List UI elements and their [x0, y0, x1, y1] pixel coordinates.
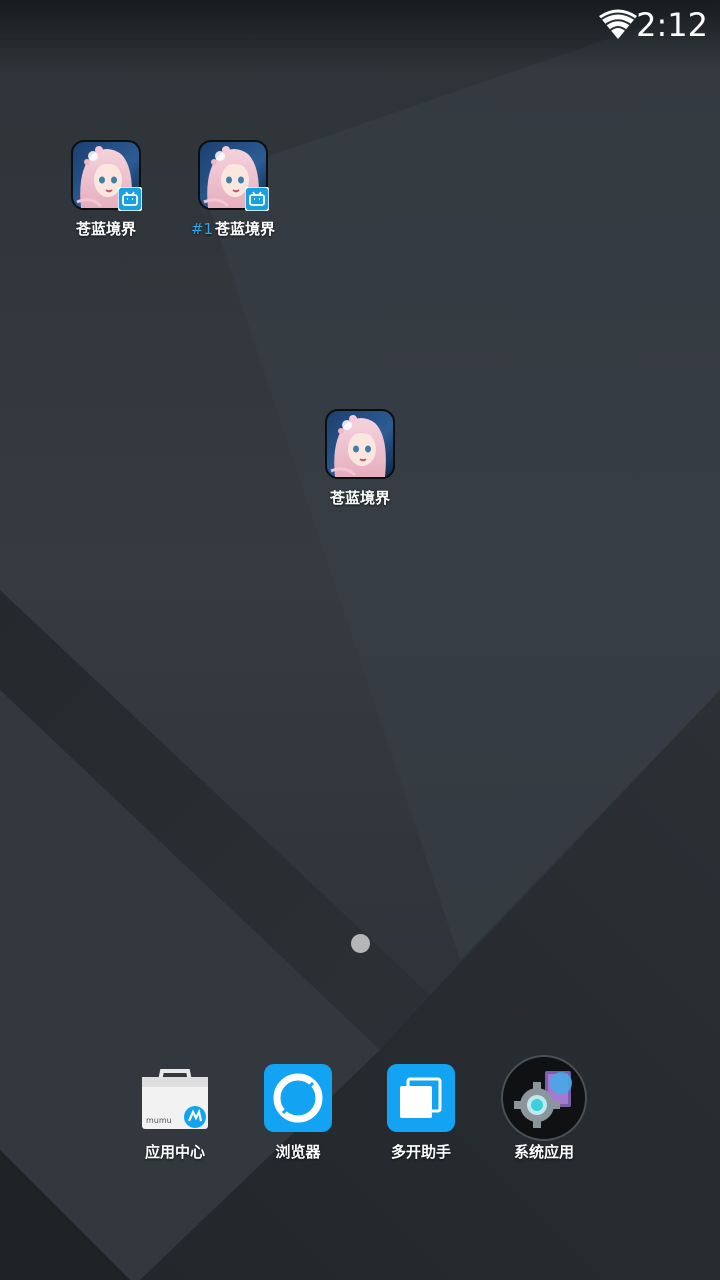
app-label: 系统应用 [513, 1143, 574, 1161]
dock-system-apps[interactable]: 系统应用 [474, 1055, 614, 1162]
app-center-icon: mumu [142, 1069, 208, 1129]
page-indicator-dot [351, 934, 370, 953]
bilibili-badge-icon [118, 187, 142, 211]
status-bar: 2:12 [0, 0, 720, 50]
app-label: 浏览器 [275, 1143, 321, 1161]
dock-browser[interactable]: 浏览器 [228, 1063, 368, 1162]
app-label: 苍蓝境界 [329, 489, 390, 507]
dock-app-center[interactable]: mumu 应用中心 [105, 1063, 245, 1162]
app-label: #1 苍蓝境界 [190, 220, 276, 238]
app-label: 多开助手 [390, 1143, 451, 1161]
app-label: 应用中心 [144, 1143, 205, 1161]
wifi-icon [599, 9, 637, 39]
game-app-icon [325, 409, 395, 479]
system-apps-icon [501, 1055, 587, 1141]
status-clock: 2:12 [636, 6, 708, 44]
home-app-3[interactable]: 苍蓝境界 [290, 409, 430, 508]
app-label: 苍蓝境界 [75, 220, 136, 238]
home-app-1[interactable]: 苍蓝境界 [36, 140, 176, 239]
multi-open-icon [387, 1064, 455, 1132]
dock-multi-open[interactable]: 多开助手 [351, 1063, 491, 1162]
bilibili-badge-icon [245, 187, 269, 211]
clone-prefix: #1 [190, 220, 214, 238]
svg-text:mumu: mumu [146, 1116, 172, 1125]
browser-icon [264, 1064, 332, 1132]
home-app-2[interactable]: #1 苍蓝境界 [163, 140, 303, 239]
